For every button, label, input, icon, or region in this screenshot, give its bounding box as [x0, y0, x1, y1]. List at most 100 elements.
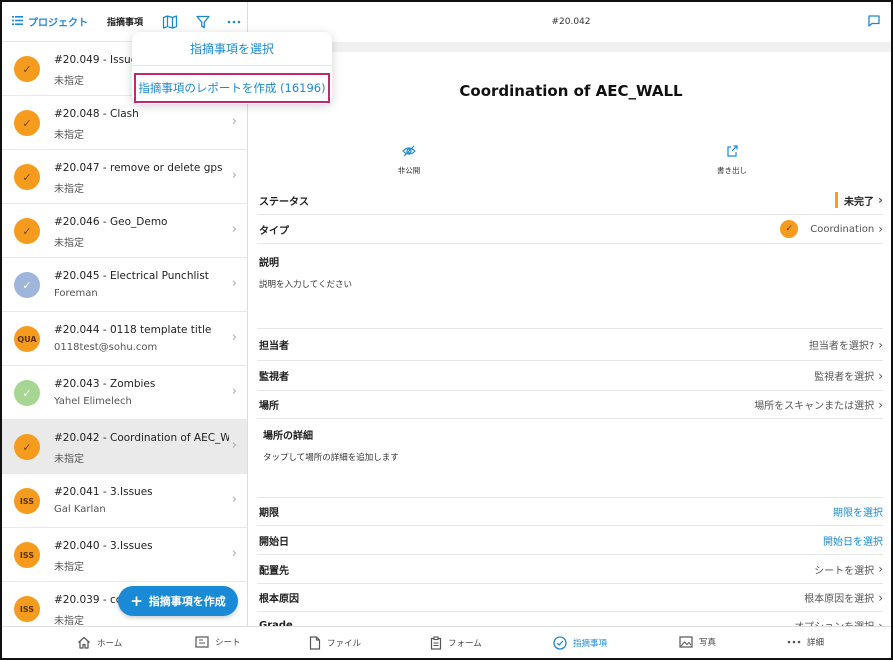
placement-row[interactable]: 配置先 シートを選択 › [257, 555, 883, 584]
chevron-right-icon: › [231, 330, 237, 345]
issue-list-item[interactable]: ✓ #20.045 - Electrical Punchlist Foreman › [2, 258, 247, 312]
tab-photos[interactable]: 写真 [679, 636, 716, 648]
issue-assignee: 未指定 [54, 616, 84, 627]
issue-title: Coordination of AEC_WALL [459, 82, 683, 100]
eye-off-icon [369, 145, 449, 159]
projects-label: プロジェクト [28, 18, 88, 29]
location-detail-field[interactable]: 場所の詳細 タップして場所の詳細を追加します [257, 419, 883, 498]
issue-title: #20.047 - remove or delete gps [54, 162, 223, 174]
issue-type-badge: ISS [14, 488, 40, 514]
start-date-row[interactable]: 開始日 開始日を選択 [257, 526, 883, 555]
chevron-right-icon: › [878, 397, 883, 412]
share-icon [692, 145, 772, 159]
tab-sheets[interactable]: シート [195, 636, 241, 648]
status-label: ステータス [259, 196, 309, 208]
issue-list-item[interactable]: ISS #20.040 - 3.Issues 未指定 › [2, 528, 247, 582]
assignee-row[interactable]: 担当者 担当者を選択? › [257, 329, 883, 361]
issue-list-item[interactable]: ✓ #20.046 - Geo_Demo 未指定 › [2, 204, 247, 258]
issue-check-icon [553, 636, 567, 650]
create-issue-button[interactable]: + 指摘事項を作成 [118, 586, 238, 616]
issue-assignee: Gal Karlan [54, 504, 106, 515]
chevron-right-icon: › [878, 337, 883, 352]
assignee-value: 担当者を選択? [808, 341, 875, 352]
chevron-right-icon: › [231, 222, 237, 237]
issue-type-badge: ISS [14, 596, 40, 622]
projects-button[interactable]: プロジェクト [12, 14, 88, 29]
tab-home[interactable]: ホーム [77, 636, 122, 649]
filter-icon[interactable] [195, 14, 211, 30]
more-options-icon[interactable] [226, 14, 242, 30]
tab-home-label: ホーム [97, 638, 123, 649]
tab-issues-label: 指摘事項 [573, 639, 608, 649]
issue-type-badge: ISS [14, 542, 40, 568]
issue-assignee: 未指定 [54, 76, 84, 87]
more-options-popover: 指摘事項を選択 指摘事項のレポートを作成 (16196) [132, 32, 332, 104]
tab-files-label: ファイル [327, 639, 362, 649]
issue-list-item[interactable]: ✓ #20.043 - Zombies Yahel Elimelech › [2, 366, 247, 420]
status-row[interactable]: ステータス 未完了 › [257, 186, 883, 215]
plus-icon: + [130, 592, 143, 610]
issue-list-item[interactable]: ✓ #20.048 - Clash 未指定 › [2, 96, 247, 150]
issue-assignee: 未指定 [54, 238, 84, 249]
description-field[interactable]: 説明 説明を入力してください [257, 244, 883, 329]
start-date-label: 開始日 [259, 536, 289, 548]
tab-more-label: 詳細 [807, 638, 825, 648]
root-cause-row[interactable]: 根本原因 根本原因を選択 › [257, 584, 883, 612]
type-row[interactable]: タイプ ✓ Coordination › [257, 215, 883, 244]
issue-title: #20.048 - Clash [54, 108, 139, 120]
create-report-option[interactable]: 指摘事項のレポートを作成 (16196) [134, 73, 330, 103]
issue-list-item[interactable]: ✓ #20.042 - Coordination of AEC_W... 未指定 › [2, 420, 247, 474]
file-icon [309, 636, 321, 650]
chevron-right-icon: › [231, 438, 237, 453]
status-value: 未完了 [844, 196, 875, 208]
location-row[interactable]: 場所 場所をスキャンまたは選択 › [257, 391, 883, 419]
root-cause-value: 根本原因を選択 [804, 594, 875, 605]
tab-photos-label: 写真 [699, 638, 717, 648]
sheets-icon [195, 636, 209, 648]
watcher-row[interactable]: 監視者 監視者を選択 › [257, 361, 883, 391]
placement-value: シートを選択 [814, 565, 875, 577]
tab-issues[interactable]: 指摘事項 [553, 636, 607, 650]
description-label: 説明 [259, 258, 279, 269]
issue-assignee: Foreman [54, 288, 98, 299]
root-cause-label: 根本原因 [259, 594, 299, 605]
issue-status-check-icon: ✓ [14, 164, 40, 190]
app-window: プロジェクト 指摘事項 ✓#20.049 - Issues未指定›✓#20.04… [0, 0, 893, 660]
issue-status-check-icon: ✓ [14, 272, 40, 298]
description-placeholder: 説明を入力してください [259, 280, 352, 290]
chevron-right-icon: › [878, 193, 883, 207]
tab-forms[interactable]: フォーム [430, 636, 482, 650]
chevron-right-icon: › [878, 590, 883, 605]
issue-title: #20.044 - 0118 template title [54, 324, 212, 336]
type-value: Coordination [810, 223, 875, 235]
map-icon[interactable] [162, 14, 178, 30]
bottom-tab-bar: ホーム シート ファイル フォーム 指摘事項 写真 詳細 [2, 626, 891, 658]
private-action[interactable]: 非公開 [369, 145, 449, 176]
chevron-right-icon: › [231, 114, 237, 129]
watcher-value: 監視者を選択 [814, 372, 875, 383]
tab-more[interactable]: 詳細 [787, 636, 824, 648]
start-date-value: 開始日を選択 [823, 536, 883, 548]
tab-forms-label: フォーム [448, 639, 482, 649]
watcher-label: 監視者 [259, 372, 289, 383]
location-value: 場所をスキャンまたは選択 [754, 401, 875, 412]
issue-detail-header: #20.042 [249, 2, 891, 42]
issue-list-item[interactable]: ISS #20.041 - 3.Issues Gal Karlan › [2, 474, 247, 528]
issue-type-badge: QUA [14, 326, 40, 352]
issue-list-title: 指摘事項 [107, 18, 144, 28]
issue-title: #20.041 - 3.Issues [54, 486, 153, 498]
issue-detail-panel: #20.042 Coordination of AEC_WALL 非公開 書き出… [249, 2, 891, 628]
issue-title: #20.045 - Electrical Punchlist [54, 270, 209, 282]
issue-list-item[interactable]: ✓ #20.047 - remove or delete gps 未指定 › [2, 150, 247, 204]
select-issues-option[interactable]: 指摘事項を選択 [132, 32, 332, 66]
issue-title: #20.046 - Geo_Demo [54, 216, 168, 228]
comments-icon[interactable] [867, 14, 881, 31]
due-date-row[interactable]: 期限 期限を選択 [257, 498, 883, 526]
export-action[interactable]: 書き出し [692, 145, 772, 176]
location-detail-label: 場所の詳細 [263, 431, 313, 442]
issue-list-item[interactable]: QUA #20.044 - 0118 template title 0118test… [2, 312, 247, 366]
chevron-right-icon: › [878, 562, 883, 576]
issue-assignee: 0118test@sohu.com [54, 342, 158, 353]
chevron-right-icon: › [231, 384, 237, 399]
tab-files[interactable]: ファイル [309, 636, 361, 650]
